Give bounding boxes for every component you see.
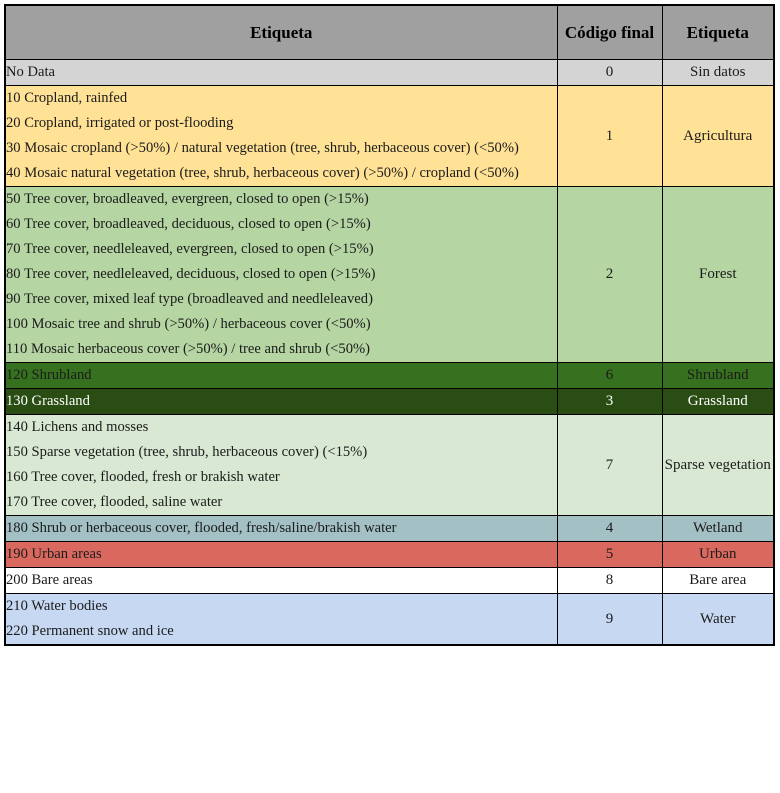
description-line: 40 Mosaic natural vegetation (tree, shru… (6, 165, 519, 181)
description-line: 190 Urban areas (6, 546, 102, 562)
description-line: 210 Water bodies (6, 598, 108, 614)
cell-label-water: Water (661, 593, 775, 646)
cell-label-bare-area: Bare area (661, 567, 775, 594)
table-row: No Data 0 Sin datos (4, 59, 775, 86)
cell-description-urban: 190 Urban areas (4, 541, 558, 568)
cell-code-urban: 5 (556, 541, 663, 568)
cell-description-agriculture: 10 Cropland, rainfed 20 Cropland, irrigat… (4, 85, 558, 187)
description-line: 220 Permanent snow and ice (6, 623, 174, 639)
description-line: 150 Sparse vegetation (tree, shrub, herb… (6, 444, 368, 460)
description-line: 10 Cropland, rainfed (6, 90, 128, 106)
cell-code-sparse-vegetation: 7 (556, 414, 663, 516)
cell-description-bare-area: 200 Bare areas (4, 567, 558, 594)
table-row: 140 Lichens and mosses 150 Sparse vegetat… (4, 414, 775, 516)
cell-label-agriculture: Agricultura (661, 85, 775, 187)
header-description: Etiqueta (4, 4, 558, 60)
description-line: 70 Tree cover, needleleaved, evergreen, … (6, 241, 374, 257)
cell-description-sparse-vegetation: 140 Lichens and mosses 150 Sparse vegetat… (4, 414, 558, 516)
cell-description-water: 210 Water bodies 220 Permanent snow and i… (4, 593, 558, 646)
table-header-row: Etiqueta Código final Etiqueta (4, 4, 775, 60)
table-body: No Data 0 Sin datos 10 Cropland, rainfed 20 … (4, 59, 775, 646)
landcover-legend-table: Etiqueta Código final Etiqueta No Data 0 S… (4, 4, 775, 646)
cell-label-wetland: Wetland (661, 515, 775, 542)
table-row: 200 Bare areas 8 Bare area (4, 567, 775, 594)
header-label: Etiqueta (661, 4, 775, 60)
cell-code-wetland: 4 (556, 515, 663, 542)
cell-label-sparse-vegetation: Sparse vegetation (661, 414, 775, 516)
table-row: 120 Shrubland 6 Shrubland (4, 362, 775, 389)
cell-code-agriculture: 1 (556, 85, 663, 187)
cell-description-grassland: 130 Grassland (4, 388, 558, 415)
cell-code-bare-area: 8 (556, 567, 663, 594)
cell-code-grassland: 3 (556, 388, 663, 415)
description-line: 60 Tree cover, broadleaved, deciduous, c… (6, 216, 371, 232)
cell-label-urban: Urban (661, 541, 775, 568)
description-line: 30 Mosaic cropland (>50%) / natural vege… (6, 140, 519, 156)
cell-label-shrubland: Shrubland (661, 362, 775, 389)
description-line: 200 Bare areas (6, 572, 93, 588)
description-line: 110 Mosaic herbaceous cover (>50%) / tre… (6, 341, 371, 357)
cell-code-shrubland: 6 (556, 362, 663, 389)
description-line: 90 Tree cover, mixed leaf type (broadlea… (6, 291, 373, 307)
description-line: 20 Cropland, irrigated or post-flooding (6, 115, 234, 131)
table-row: 50 Tree cover, broadleaved, evergreen, c… (4, 186, 775, 363)
header-code: Código final (556, 4, 663, 60)
description-line: 170 Tree cover, flooded, saline water (6, 494, 223, 510)
description-line: 80 Tree cover, needleleaved, deciduous, … (6, 266, 376, 282)
cell-code-water: 9 (556, 593, 663, 646)
cell-label-forest: Forest (661, 186, 775, 363)
description-line: 120 Shrubland (6, 367, 92, 383)
cell-code-no-data: 0 (556, 59, 663, 86)
description-line: 100 Mosaic tree and shrub (>50%) / herba… (6, 316, 371, 332)
cell-description-shrubland: 120 Shrubland (4, 362, 558, 389)
table-row: 190 Urban areas 5 Urban (4, 541, 775, 568)
description-line: 160 Tree cover, flooded, fresh or brakis… (6, 469, 280, 485)
description-line: No Data (6, 64, 56, 80)
cell-description-forest: 50 Tree cover, broadleaved, evergreen, c… (4, 186, 558, 363)
table-row: 180 Shrub or herbaceous cover, flooded, … (4, 515, 775, 542)
description-line: 130 Grassland (6, 393, 90, 409)
description-line: 140 Lichens and mosses (6, 419, 149, 435)
cell-label-grassland: Grassland (661, 388, 775, 415)
description-line: 180 Shrub or herbaceous cover, flooded, … (6, 520, 397, 536)
table-row: 10 Cropland, rainfed 20 Cropland, irrigat… (4, 85, 775, 187)
cell-description-no-data: No Data (4, 59, 558, 86)
table-row: 130 Grassland 3 Grassland (4, 388, 775, 415)
cell-description-wetland: 180 Shrub or herbaceous cover, flooded, … (4, 515, 558, 542)
description-line: 50 Tree cover, broadleaved, evergreen, c… (6, 191, 369, 207)
table-row: 210 Water bodies 220 Permanent snow and i… (4, 593, 775, 646)
cell-code-forest: 2 (556, 186, 663, 363)
cell-label-no-data: Sin datos (661, 59, 775, 86)
